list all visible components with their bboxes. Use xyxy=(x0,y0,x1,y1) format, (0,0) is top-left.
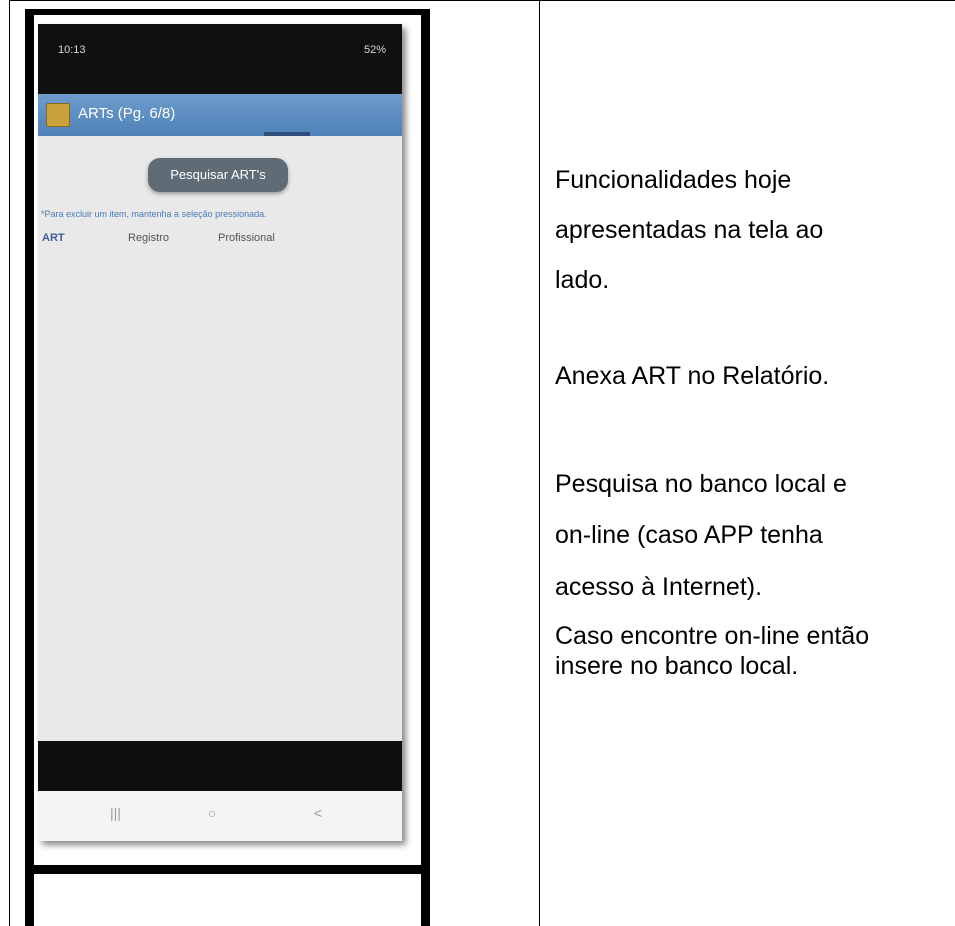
app-bar: ARTs (Pg. 6/8) xyxy=(38,94,402,136)
phone-screenshot: 10:13 52% ARTs (Pg. 6/8) Pesquisar ART's… xyxy=(38,24,402,841)
description-line: Pesquisa no banco local e xyxy=(555,470,847,498)
description-line: Anexa ART no Relatório. xyxy=(555,362,830,390)
column-header-profissional[interactable]: Profissional xyxy=(218,232,275,244)
description-line: on-line (caso APP tenha xyxy=(555,521,823,549)
battery-indicator: 52% xyxy=(363,44,386,56)
frame-right-border xyxy=(421,9,430,926)
status-bar: 10:13 52% xyxy=(38,24,402,94)
tab-indicator xyxy=(264,132,310,136)
frame-bottom-border xyxy=(25,865,430,874)
description-line: Funcionalidades hoje xyxy=(555,166,792,194)
description-line: apresentadas na tela ao xyxy=(555,216,824,244)
description-line: lado. xyxy=(555,266,610,294)
table-left-border xyxy=(9,0,10,926)
recent-apps-icon[interactable]: ||| xyxy=(110,805,121,821)
status-time: 10:13 xyxy=(58,44,86,56)
frame-top-border xyxy=(25,9,430,15)
frame-left-border xyxy=(25,9,34,926)
app-icon xyxy=(46,103,70,127)
column-header-registro[interactable]: Registro xyxy=(128,232,169,244)
description-line: insere no banco local. xyxy=(555,652,799,680)
delete-hint: *Para excluir um item, mantenha a seleçã… xyxy=(41,209,267,219)
description-line: acesso à Internet). xyxy=(555,573,763,601)
back-icon[interactable]: < xyxy=(314,805,322,821)
home-icon[interactable]: ○ xyxy=(208,805,216,821)
navigation-bar: ||| ○ < xyxy=(38,791,402,841)
table-column-divider xyxy=(539,0,540,926)
column-header-art[interactable]: ART xyxy=(42,232,65,244)
app-title: ARTs (Pg. 6/8) xyxy=(78,105,176,122)
search-arts-button[interactable]: Pesquisar ART's xyxy=(148,158,288,192)
table-top-border xyxy=(9,0,955,1)
phone-bottom-area xyxy=(38,741,402,791)
description-line: Caso encontre on-line então xyxy=(555,622,870,650)
